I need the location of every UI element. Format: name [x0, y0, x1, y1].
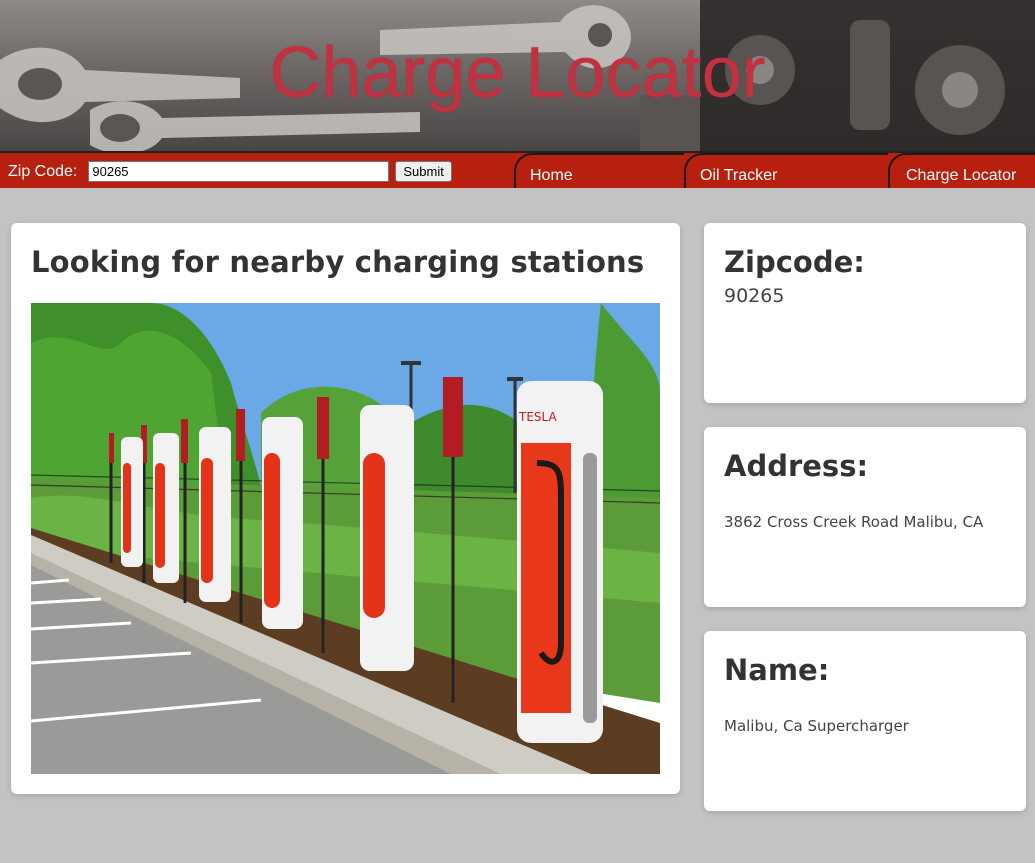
site-title: Charge Locator	[269, 33, 766, 113]
tesla-logo-text: TESLA	[518, 410, 557, 424]
header-banner: Charge Locator	[0, 0, 1035, 151]
nav-tab-home[interactable]: Home	[514, 153, 684, 188]
zipcode-card: Zipcode: 90265	[704, 223, 1026, 403]
zip-code-input[interactable]	[88, 161, 390, 182]
address-card: Address: 3862 Cross Creek Road Malibu, C…	[704, 427, 1026, 607]
zipcode-value: 90265	[724, 285, 785, 307]
zip-code-label: Zip Code:	[8, 162, 78, 180]
zipcode-heading: Zipcode:	[724, 245, 865, 279]
zip-search-form: Zip Code: Submit	[8, 161, 452, 182]
main-card-title: Looking for nearby charging stations	[31, 245, 645, 279]
nav-tab-charge-locator[interactable]: Charge Locator	[888, 153, 1035, 188]
nav-tab-oil-tracker[interactable]: Oil Tracker	[684, 153, 888, 188]
charging-stations-photo: TESLA	[31, 303, 660, 774]
submit-button[interactable]: Submit	[395, 161, 452, 182]
navigation-bar: Zip Code: Submit Home Oil Tracker Charge…	[0, 151, 1035, 188]
name-heading: Name:	[724, 653, 830, 687]
name-card: Name: Malibu, Ca Supercharger	[704, 631, 1026, 811]
address-value: 3862 Cross Creek Road Malibu, CA	[724, 513, 984, 531]
name-value: Malibu, Ca Supercharger	[724, 717, 909, 735]
main-card: Looking for nearby charging stations TES…	[11, 223, 680, 794]
address-heading: Address:	[724, 449, 869, 483]
